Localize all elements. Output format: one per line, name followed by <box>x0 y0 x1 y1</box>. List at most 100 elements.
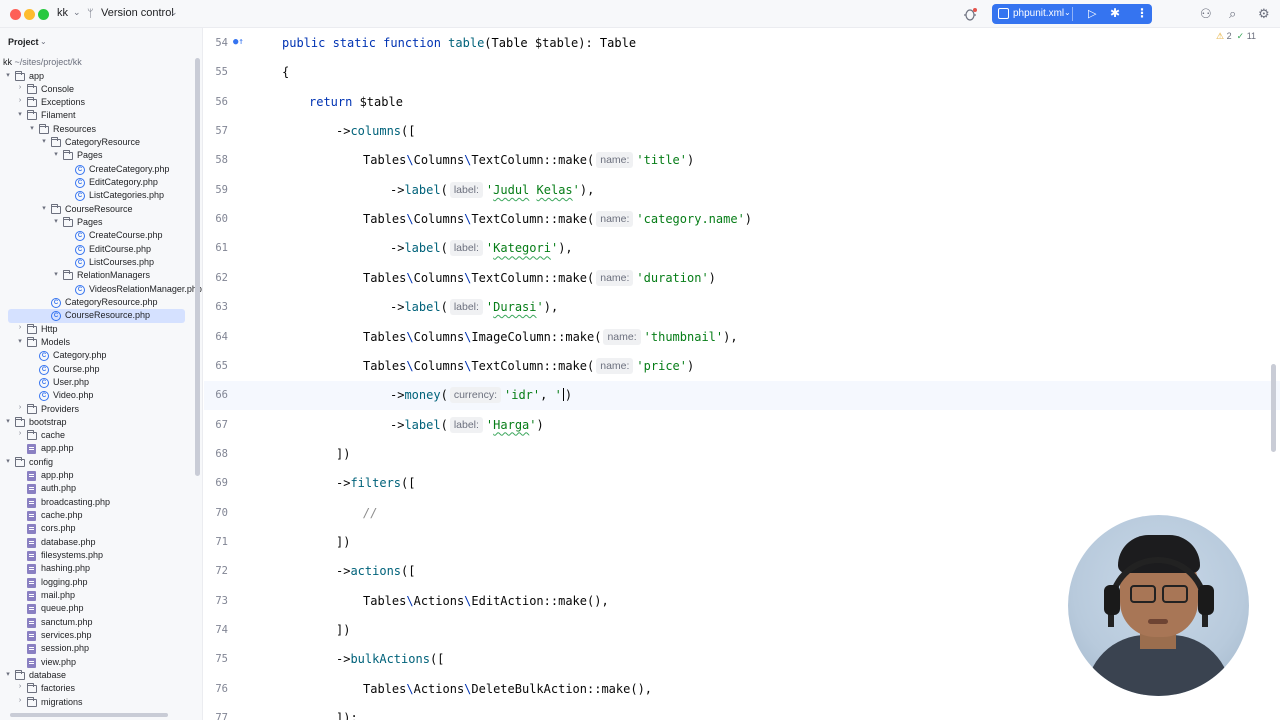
chevron-right-icon[interactable]: › <box>16 697 24 704</box>
chevron-right-icon[interactable]: › <box>16 324 24 331</box>
tree-file[interactable]: C ListCourses.php <box>0 256 194 269</box>
tree-folder[interactable]: › Providers <box>0 403 194 416</box>
tree-file[interactable]: services.php <box>0 629 194 642</box>
bug-icon[interactable] <box>962 7 978 21</box>
tree-folder[interactable]: › Console <box>0 83 194 96</box>
tree-file[interactable]: C EditCategory.php <box>0 176 194 189</box>
chevron-down-icon[interactable]: ⌄ <box>170 7 178 18</box>
chevron-right-icon[interactable]: › <box>16 84 24 91</box>
project-root[interactable]: kk ~/sites/project/kk <box>0 56 194 69</box>
tree-file[interactable]: auth.php <box>0 482 194 495</box>
tree-folder[interactable]: ▾ CategoryResource <box>0 136 194 149</box>
tree-folder[interactable]: › Http <box>0 323 194 336</box>
project-panel-scrollbar[interactable] <box>195 58 200 476</box>
code-line[interactable]: 69 ->filters([ <box>204 469 1280 498</box>
tree-file[interactable]: C Category.php <box>0 349 194 362</box>
tree-file[interactable]: C VideosRelationManager.php <box>0 283 202 296</box>
tree-file[interactable]: C ListCategories.php <box>0 189 194 202</box>
chevron-down-icon[interactable]: ▾ <box>4 417 12 425</box>
tree-file[interactable]: C User.php <box>0 376 194 389</box>
project-panel-horizontal-scrollbar[interactable] <box>10 713 168 717</box>
chevron-right-icon[interactable]: › <box>16 430 24 437</box>
tree-folder[interactable]: ▾ Pages <box>0 216 194 229</box>
project-switcher[interactable]: kk <box>57 7 68 19</box>
code-line[interactable]: 66 ->money(currency:'idr', ') <box>204 381 1280 411</box>
code-line[interactable]: 60 Tables\Columns\TextColumn::make(name: '… <box>204 205 1280 234</box>
chevron-down-icon[interactable]: ▾ <box>52 150 60 158</box>
chevron-down-icon[interactable]: ▾ <box>4 71 12 79</box>
chevron-down-icon[interactable]: ▾ <box>52 270 60 278</box>
code-line[interactable]: 63 ->label(label: 'Durasi'), <box>204 293 1280 322</box>
code-line[interactable]: 57 ->columns([ <box>204 117 1280 146</box>
tree-folder[interactable]: ▾ Filament <box>0 109 194 122</box>
code-line[interactable]: 54 ●↑ public static function table(Table $… <box>204 29 1280 58</box>
tree-folder[interactable]: ▾ database <box>0 669 194 682</box>
tree-folder[interactable]: ▾ bootstrap <box>0 416 194 429</box>
tree-file[interactable]: hashing.php <box>0 562 194 575</box>
chevron-down-icon[interactable]: ▾ <box>4 670 12 678</box>
tree-folder[interactable]: › Exceptions <box>0 96 194 109</box>
minimize-window-button[interactable] <box>24 9 35 20</box>
code-line[interactable]: 61 ->label(label: 'Kategori'), <box>204 234 1280 263</box>
tree-file[interactable]: C Video.php <box>0 389 194 402</box>
search-icon[interactable]: ⌕ <box>1229 6 1236 22</box>
inspection-widget[interactable]: ⚠ 2 ✓ 11 <box>1216 31 1256 42</box>
implements-method-icon[interactable]: ●↑ <box>233 37 244 47</box>
version-control-menu[interactable]: Version control <box>101 7 174 19</box>
chevron-down-icon[interactable]: ⌄ <box>73 7 81 18</box>
code-line[interactable]: 56 return $table <box>204 88 1280 117</box>
tree-folder[interactable]: ▾ Pages <box>0 149 194 162</box>
tree-file[interactable]: queue.php <box>0 602 194 615</box>
tree-file[interactable]: view.php <box>0 656 194 669</box>
close-window-button[interactable] <box>10 9 21 20</box>
run-config-label[interactable]: phpunit.xml <box>1013 8 1064 19</box>
tree-file[interactable]: cors.php <box>0 522 194 535</box>
chevron-down-icon[interactable]: ▾ <box>40 137 48 145</box>
code-line[interactable]: 65 Tables\Columns\TextColumn::make(name: '… <box>204 352 1280 381</box>
tree-file[interactable]: C CreateCourse.php <box>0 229 194 242</box>
chevron-right-icon[interactable]: › <box>16 683 24 690</box>
tree-file[interactable]: C EditCourse.php <box>0 243 194 256</box>
code-line[interactable]: 59 ->label(label: 'Judul Kelas'), <box>204 176 1280 205</box>
code-line[interactable]: 68]) <box>204 440 1280 469</box>
more-icon[interactable]: ⋮ <box>1136 6 1148 20</box>
code-line[interactable]: 64 Tables\Columns\ImageColumn::make(name:… <box>204 323 1280 352</box>
tree-file[interactable]: session.php <box>0 642 194 655</box>
tree-folder[interactable]: ▾ config <box>0 456 194 469</box>
chevron-down-icon[interactable]: ⌄ <box>1064 8 1071 17</box>
tree-folder[interactable]: ▾ CourseResource <box>0 203 194 216</box>
debug-icon[interactable]: ✱ <box>1110 6 1120 20</box>
tree-file[interactable]: filesystems.php <box>0 549 194 562</box>
tree-file[interactable]: database.php <box>0 536 194 549</box>
chevron-down-icon[interactable]: ▾ <box>16 337 24 345</box>
tree-folder[interactable]: › migrations <box>0 696 194 709</box>
profile-icon[interactable]: ⚇ <box>1200 6 1212 22</box>
tree-file[interactable]: mail.php <box>0 589 194 602</box>
run-icon[interactable]: ▷ <box>1088 7 1096 20</box>
tree-file[interactable]: cache.php <box>0 509 194 522</box>
tree-file[interactable]: C CourseResource.php <box>8 309 185 323</box>
tree-file[interactable]: app.php <box>0 469 194 482</box>
project-panel-title[interactable]: Project <box>8 37 39 47</box>
tree-file[interactable]: C CreateCategory.php <box>0 163 194 176</box>
tree-folder[interactable]: ▾ app <box>0 70 194 83</box>
tree-folder[interactable]: ▾ Resources <box>0 123 194 136</box>
code-line[interactable]: 62 Tables\Columns\TextColumn::make(name: '… <box>204 264 1280 293</box>
tree-folder[interactable]: › factories <box>0 682 194 695</box>
zoom-window-button[interactable] <box>38 9 49 20</box>
code-line[interactable]: 55 { <box>204 58 1280 87</box>
chevron-down-icon[interactable]: ▾ <box>16 110 24 118</box>
chevron-down-icon[interactable]: ▾ <box>28 124 36 132</box>
chevron-down-icon[interactable]: ▾ <box>4 457 12 465</box>
tree-folder[interactable]: › cache <box>0 429 194 442</box>
tree-file[interactable]: C CategoryResource.php <box>0 296 194 309</box>
editor-scrollbar[interactable] <box>1271 364 1276 452</box>
run-configuration-widget[interactable]: phpunit.xml ⌄ ▷ ✱ ⋮ <box>992 4 1152 24</box>
chevron-down-icon[interactable]: ▾ <box>40 204 48 212</box>
chevron-right-icon[interactable]: › <box>16 97 24 104</box>
tree-file[interactable]: logging.php <box>0 576 194 589</box>
settings-icon[interactable]: ⚙ <box>1258 6 1270 22</box>
code-line[interactable]: 67 ->label(label: 'Harga') <box>204 411 1280 440</box>
tree-file[interactable]: C Course.php <box>0 363 194 376</box>
chevron-right-icon[interactable]: › <box>16 404 24 411</box>
